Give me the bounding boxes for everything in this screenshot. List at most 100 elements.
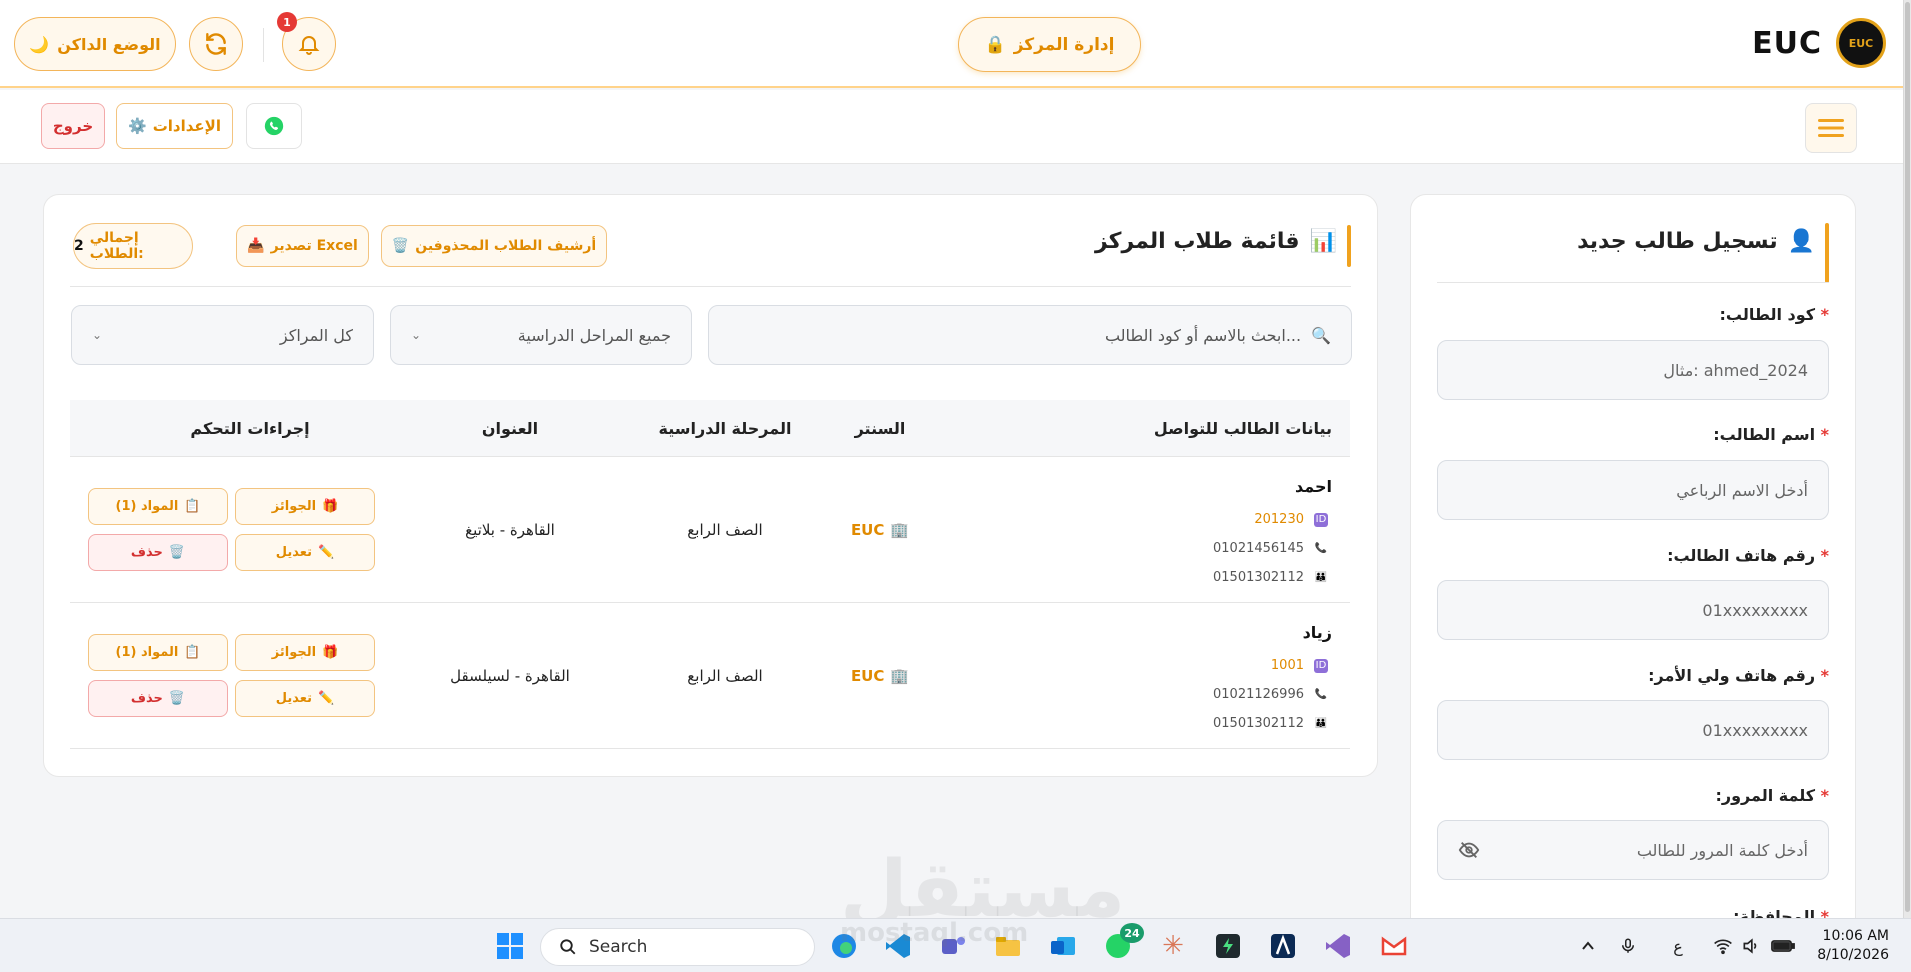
field-label-parent-phone: * رقم هاتف ولي الأمر: bbox=[1648, 666, 1829, 685]
clock[interactable]: 10:06 AM 8/10/2026 bbox=[1817, 927, 1889, 965]
menu-button[interactable] bbox=[1805, 103, 1857, 153]
windows-start-icon[interactable] bbox=[492, 928, 528, 964]
parent-phone-value: 01501302112 bbox=[1213, 570, 1304, 585]
center-admin-label: إدارة المركز bbox=[1013, 34, 1115, 55]
hamburger-icon bbox=[1818, 119, 1844, 137]
pencil-icon: ✏️ bbox=[318, 691, 335, 706]
placeholder: 01xxxxxxxxx bbox=[1702, 600, 1808, 620]
id-icon: ID bbox=[1314, 512, 1328, 527]
id-icon: ID bbox=[1314, 658, 1328, 673]
edit-button[interactable]: تعديل ✏️ bbox=[235, 534, 375, 571]
microphone-icon[interactable] bbox=[1610, 928, 1646, 964]
col-center: السنتر bbox=[854, 419, 906, 438]
sub-toolbar: خروج ⚙️ الإعدادات bbox=[0, 90, 1903, 164]
pencil-icon: ✏️ bbox=[318, 545, 335, 560]
lock-icon: 🔒 bbox=[984, 34, 1006, 55]
edit-label: تعديل bbox=[275, 545, 313, 560]
claude-icon[interactable]: ✳ bbox=[1155, 928, 1191, 964]
parent-phone-field[interactable]: 01xxxxxxxxx bbox=[1437, 700, 1829, 760]
delete-button[interactable]: حذف 🗑️ bbox=[88, 680, 228, 717]
terminal-icon[interactable] bbox=[1210, 928, 1246, 964]
phone-icon: 📞 bbox=[1314, 689, 1328, 700]
logout-button[interactable]: خروج bbox=[41, 103, 105, 149]
whatsapp-button[interactable] bbox=[246, 103, 302, 149]
gmail-icon[interactable] bbox=[1376, 928, 1412, 964]
required-mark: * bbox=[1820, 666, 1829, 685]
whatsapp-icon bbox=[264, 116, 284, 136]
student-name: احمد bbox=[1295, 477, 1332, 496]
stage-cell: الصف الرابع bbox=[687, 667, 763, 685]
refresh-icon bbox=[206, 33, 226, 55]
student-phone-field[interactable]: 01xxxxxxxxx bbox=[1437, 580, 1829, 640]
center-filter-select[interactable]: ⌄ كل المراكز bbox=[71, 305, 374, 365]
chevron-down-icon: ⌄ bbox=[92, 328, 103, 342]
delete-button[interactable]: حذف 🗑️ bbox=[88, 534, 228, 571]
app-a-icon[interactable] bbox=[1265, 928, 1301, 964]
trash-icon: 🗑️ bbox=[168, 545, 186, 560]
required-mark: * bbox=[1820, 305, 1829, 324]
center-filter-value: كل المراكز bbox=[279, 325, 353, 345]
scrollbar-thumb[interactable] bbox=[1905, 2, 1910, 912]
student-code-field[interactable]: مثال: ahmed_2024 bbox=[1437, 340, 1829, 400]
center-admin-button[interactable]: 🔒 إدارة المركز bbox=[958, 17, 1141, 72]
visual-studio-icon[interactable] bbox=[1320, 928, 1356, 964]
gear-icon: ⚙️ bbox=[128, 117, 147, 135]
required-mark: * bbox=[1820, 786, 1829, 805]
phone-icon: 📞 bbox=[1314, 543, 1328, 554]
taskbar-search[interactable]: Search bbox=[540, 928, 815, 966]
dark-mode-label: الوضع الداكن bbox=[57, 34, 161, 54]
whatsapp-badge: 24 bbox=[1120, 923, 1144, 943]
label-text: رقم هاتف الطالب: bbox=[1667, 546, 1816, 565]
register-title-text: تسجيل طالب جديد bbox=[1577, 229, 1778, 254]
label-text: المحافظة: bbox=[1733, 907, 1816, 918]
subjects-label: المواد (1) bbox=[115, 499, 179, 514]
user-icon: 👤 bbox=[1787, 229, 1815, 254]
volume-icon[interactable] bbox=[1733, 928, 1769, 964]
bell-icon bbox=[298, 36, 320, 55]
code-value: 1001 bbox=[1270, 658, 1304, 673]
top-header: 🌙 الوضع الداكن 1 🔒 إدارة المركز EUC EUC bbox=[0, 0, 1903, 88]
delete-label: حذف bbox=[130, 545, 163, 560]
subjects-button[interactable]: المواد (1) 📋 bbox=[88, 634, 228, 671]
settings-button[interactable]: ⚙️ الإعدادات bbox=[116, 103, 233, 149]
label-text: كود الطالب: bbox=[1719, 305, 1816, 324]
student-name-field[interactable]: أدخل الاسم الرباعي bbox=[1437, 460, 1829, 520]
windows-logo bbox=[497, 933, 523, 959]
export-label: تصدير Excel bbox=[270, 238, 358, 254]
dark-mode-button[interactable]: 🌙 الوضع الداكن bbox=[14, 17, 176, 71]
archive-label: أرشيف الطلاب المحذوفين bbox=[415, 238, 597, 254]
title-accent bbox=[1825, 223, 1829, 283]
gift-icon: 🎁 bbox=[322, 499, 339, 514]
eye-off-icon[interactable] bbox=[1458, 839, 1480, 861]
parent-phone: 01501302112 👪 bbox=[1213, 716, 1328, 731]
password-field[interactable]: أدخل كلمة المرور للطالب bbox=[1437, 820, 1829, 880]
archive-button[interactable]: 🗑️ أرشيف الطلاب المحذوفين bbox=[381, 225, 607, 267]
table-row: زياد 1001 ID 01021126996 📞 01501302112 👪… bbox=[70, 603, 1350, 749]
search-input[interactable]: ابحث بالاسم أو كود الطالب... 🔍 bbox=[708, 305, 1352, 365]
edit-button[interactable]: تعديل ✏️ bbox=[235, 680, 375, 717]
required-mark: * bbox=[1820, 546, 1829, 565]
col-actions: إجراءات التحكم bbox=[190, 419, 310, 438]
student-phone: 01021126996 📞 bbox=[1213, 687, 1328, 702]
address-cell: القاهرة - بلاتيغ bbox=[465, 521, 555, 539]
subjects-label: المواد (1) bbox=[115, 645, 179, 660]
prizes-button[interactable]: الجوائز 🎁 bbox=[235, 488, 375, 525]
scrollbar[interactable] bbox=[1904, 0, 1911, 918]
search-placeholder: ابحث بالاسم أو كود الطالب... bbox=[1104, 325, 1302, 345]
battery-icon[interactable] bbox=[1765, 928, 1801, 964]
subjects-button[interactable]: المواد (1) 📋 bbox=[88, 488, 228, 525]
date: 8/10/2026 bbox=[1817, 947, 1889, 963]
prizes-button[interactable]: الجوائز 🎁 bbox=[235, 634, 375, 671]
student-phone: 01021456145 📞 bbox=[1213, 541, 1328, 556]
search-icon: 🔍 bbox=[1311, 325, 1331, 345]
stage-filter-select[interactable]: ⌄ جميع المراحل الدراسية bbox=[390, 305, 692, 365]
chevron-down-icon: ⌄ bbox=[411, 328, 422, 342]
chevron-up-icon[interactable] bbox=[1570, 928, 1606, 964]
export-excel-button[interactable]: 📥 تصدير Excel bbox=[236, 225, 369, 267]
logout-label: خروج bbox=[52, 117, 94, 135]
language-indicator[interactable]: ع bbox=[1660, 928, 1696, 964]
outlook-icon[interactable] bbox=[1045, 928, 1081, 964]
delete-label: حذف bbox=[130, 691, 163, 706]
chart-icon: 📊 bbox=[1309, 229, 1337, 254]
refresh-button[interactable] bbox=[189, 17, 243, 71]
